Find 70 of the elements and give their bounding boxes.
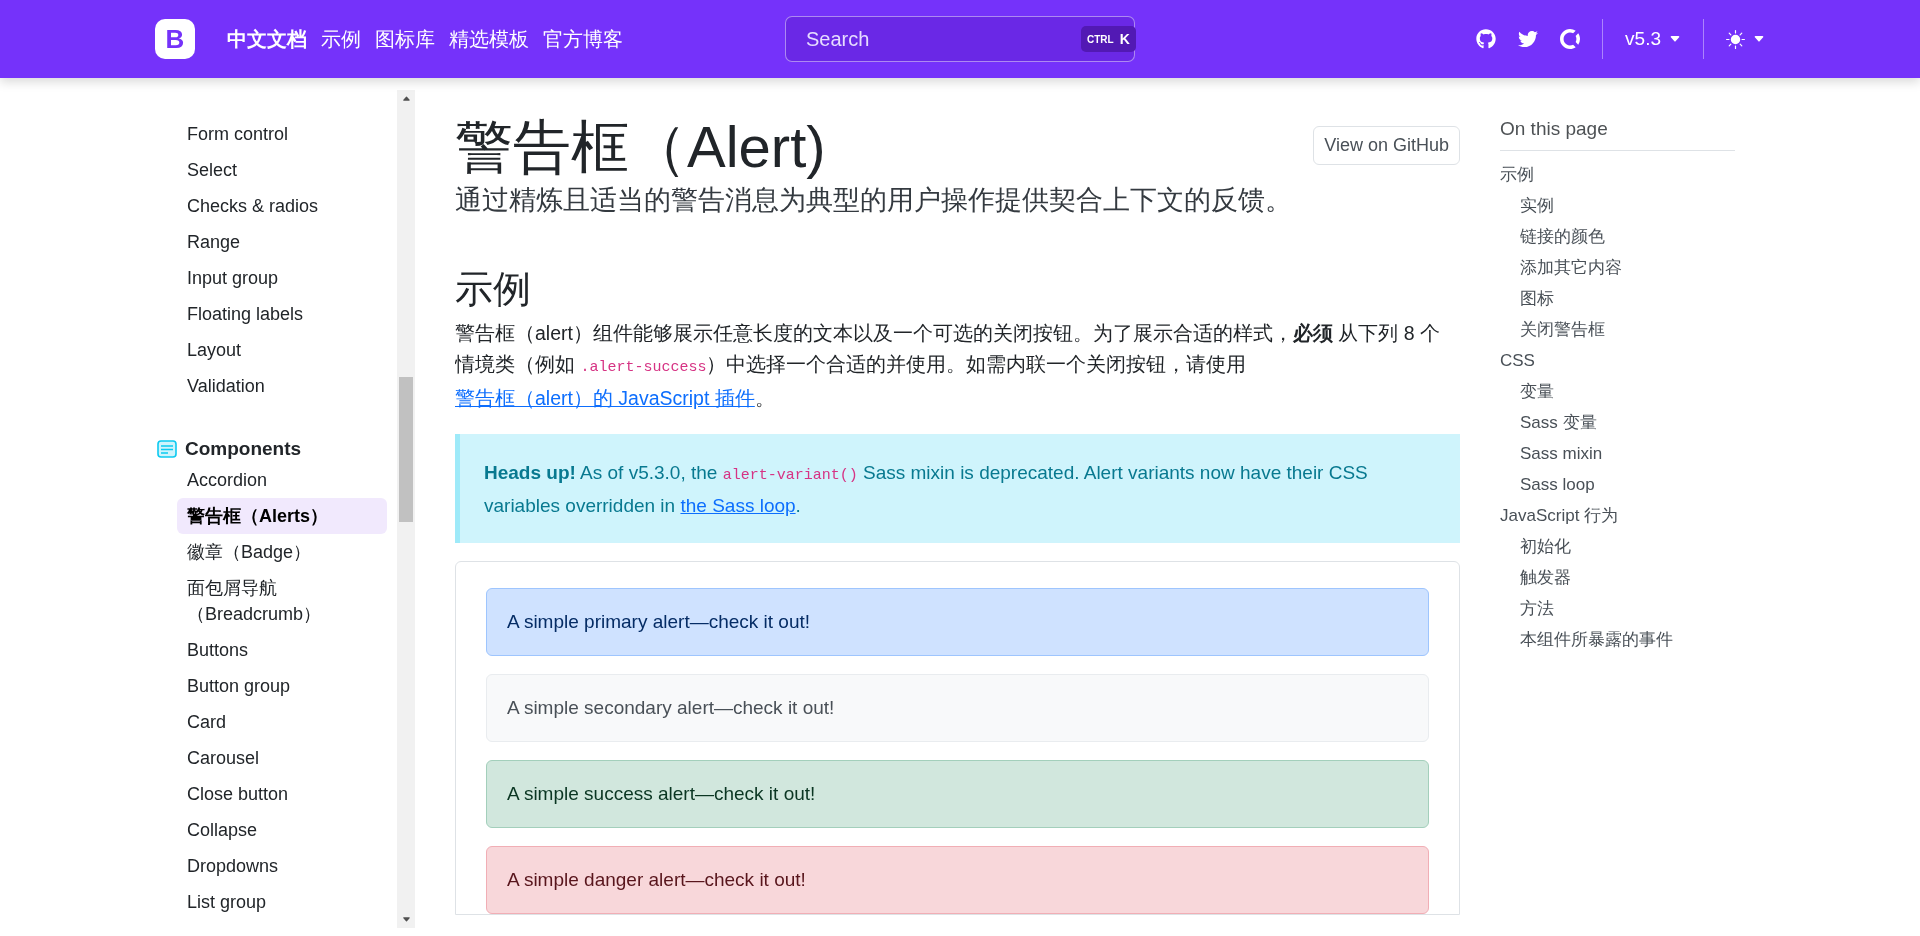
alert-message: A simple secondary alert—check it out! (486, 674, 1429, 742)
search-input[interactable]: Search (804, 26, 1073, 52)
sidebar-item[interactable]: Input group (177, 260, 387, 296)
theme-dropdown[interactable] (1726, 29, 1765, 49)
toc-link[interactable]: 初始化 (1500, 531, 1735, 562)
sidebar-item[interactable]: Button group (177, 668, 387, 704)
caret-down-icon[interactable] (401, 915, 411, 924)
alert-message: A simple success alert—check it out! (486, 760, 1429, 828)
nav-link[interactable]: 示例 (321, 25, 361, 53)
sidebar-item[interactable]: Validation (177, 368, 387, 404)
scrollbar[interactable] (397, 90, 415, 928)
section-heading: 示例 (455, 267, 532, 312)
sidebar-item[interactable]: Carousel (177, 740, 387, 776)
sidebar-item[interactable]: Collapse (177, 812, 387, 848)
toc-link[interactable]: 实例 (1500, 190, 1735, 221)
alert-message: A simple danger alert—check it out! (486, 846, 1429, 914)
sidebar-item[interactable]: Range (177, 224, 387, 260)
sidebar-item[interactable]: List group (177, 884, 387, 920)
toc-link[interactable]: 关闭警告框 (1500, 314, 1735, 345)
nav-link[interactable]: 图标库 (375, 25, 435, 53)
toc-link[interactable]: 添加其它内容 (1500, 252, 1735, 283)
alert-message: A simple primary alert—check it out! (486, 588, 1429, 656)
sun-icon (1726, 29, 1745, 49)
sidebar-item[interactable]: Layout (177, 332, 387, 368)
toc-link[interactable]: 本组件所暴露的事件 (1500, 624, 1735, 655)
text-link[interactable]: the Sass loop (680, 495, 796, 516)
sidebar-item[interactable]: Close button (177, 776, 387, 812)
toc-link[interactable]: JavaScript 行为 (1500, 500, 1735, 531)
toc-link[interactable]: Sass loop (1500, 469, 1735, 500)
github-icon[interactable] (1476, 29, 1497, 49)
intro-paragraph: 警告框（alert）组件能够展示任意长度的文本以及一个可选的关闭按钮。为了展示合适的样式，必须 从下列 8 个情境类（例如 .alert-success）中选择一个合适的并使用。如需内联一个关闭按钮，请使用 警告框（alert）的 JavaScript 插件。 (455, 321, 1442, 411)
sidebar-item[interactable]: Accordion (177, 462, 387, 498)
toc-title: On this page (1500, 118, 1735, 151)
caret-up-icon[interactable] (401, 94, 411, 103)
sidebar-item[interactable]: Select (177, 152, 387, 188)
sidebar-heading: Components (185, 438, 302, 460)
lead-text: 通过精炼且适当的警告消息为典型的用户操作提供契合上下文的反馈。 (455, 184, 1293, 217)
github-link-button[interactable]: View on GitHub (1313, 126, 1460, 165)
search-field[interactable]: Search CTRL K (785, 16, 1135, 62)
sidebar-item[interactable]: Dropdowns (177, 848, 387, 884)
text-link[interactable]: 警告框（alert）的 JavaScript 插件 (455, 387, 755, 409)
toc-link[interactable]: CSS (1500, 345, 1735, 376)
twitter-icon[interactable] (1518, 29, 1539, 49)
toc-link[interactable]: 链接的颜色 (1500, 221, 1735, 252)
toc-link[interactable]: 图标 (1500, 283, 1735, 314)
version-dropdown[interactable]: v5.3 (1625, 28, 1681, 50)
info-callout: Heads up! As of v5.3.0, the alert-variant() Sass mixin is deprecated. Alert variants now have their CSS variables overridden in the Sass loop. (455, 434, 1460, 543)
sidebar-item[interactable]: 徽章（Badge） (177, 534, 387, 570)
nav-link[interactable]: 精选模板 (449, 25, 529, 53)
sidebar-item[interactable]: 警告框（Alerts） (177, 498, 387, 534)
brand-logo[interactable]: B (155, 19, 195, 59)
keyboard-shortcut: CTRL K (1081, 26, 1136, 52)
toc-link[interactable]: 变量 (1500, 376, 1735, 407)
toc-link[interactable]: 触发器 (1500, 562, 1735, 593)
sidebar-item[interactable]: Floating labels (177, 296, 387, 332)
sidebar-item[interactable]: Form control (177, 116, 387, 152)
sidebar-item[interactable]: Checks & radios (177, 188, 387, 224)
toc-link[interactable]: Sass mixin (1500, 438, 1735, 469)
scrollbar-thumb[interactable] (399, 376, 413, 522)
brand-link[interactable]: 中文文档 (227, 25, 307, 53)
sidebar-item[interactable]: Card (177, 704, 387, 740)
sidebar-item[interactable]: 面包屑导航（Breadcrumb） (177, 570, 387, 632)
components-icon (157, 440, 177, 458)
circle-logo-icon[interactable] (1560, 29, 1581, 49)
toc-link[interactable]: Sass 变量 (1500, 407, 1735, 438)
page-title: 警告框（Alert) (455, 113, 826, 181)
nav-link[interactable]: 官方博客 (543, 25, 623, 53)
toc-link[interactable]: 方法 (1500, 593, 1735, 624)
sidebar-item[interactable]: Buttons (177, 632, 387, 668)
toc-link[interactable]: 示例 (1500, 159, 1735, 190)
